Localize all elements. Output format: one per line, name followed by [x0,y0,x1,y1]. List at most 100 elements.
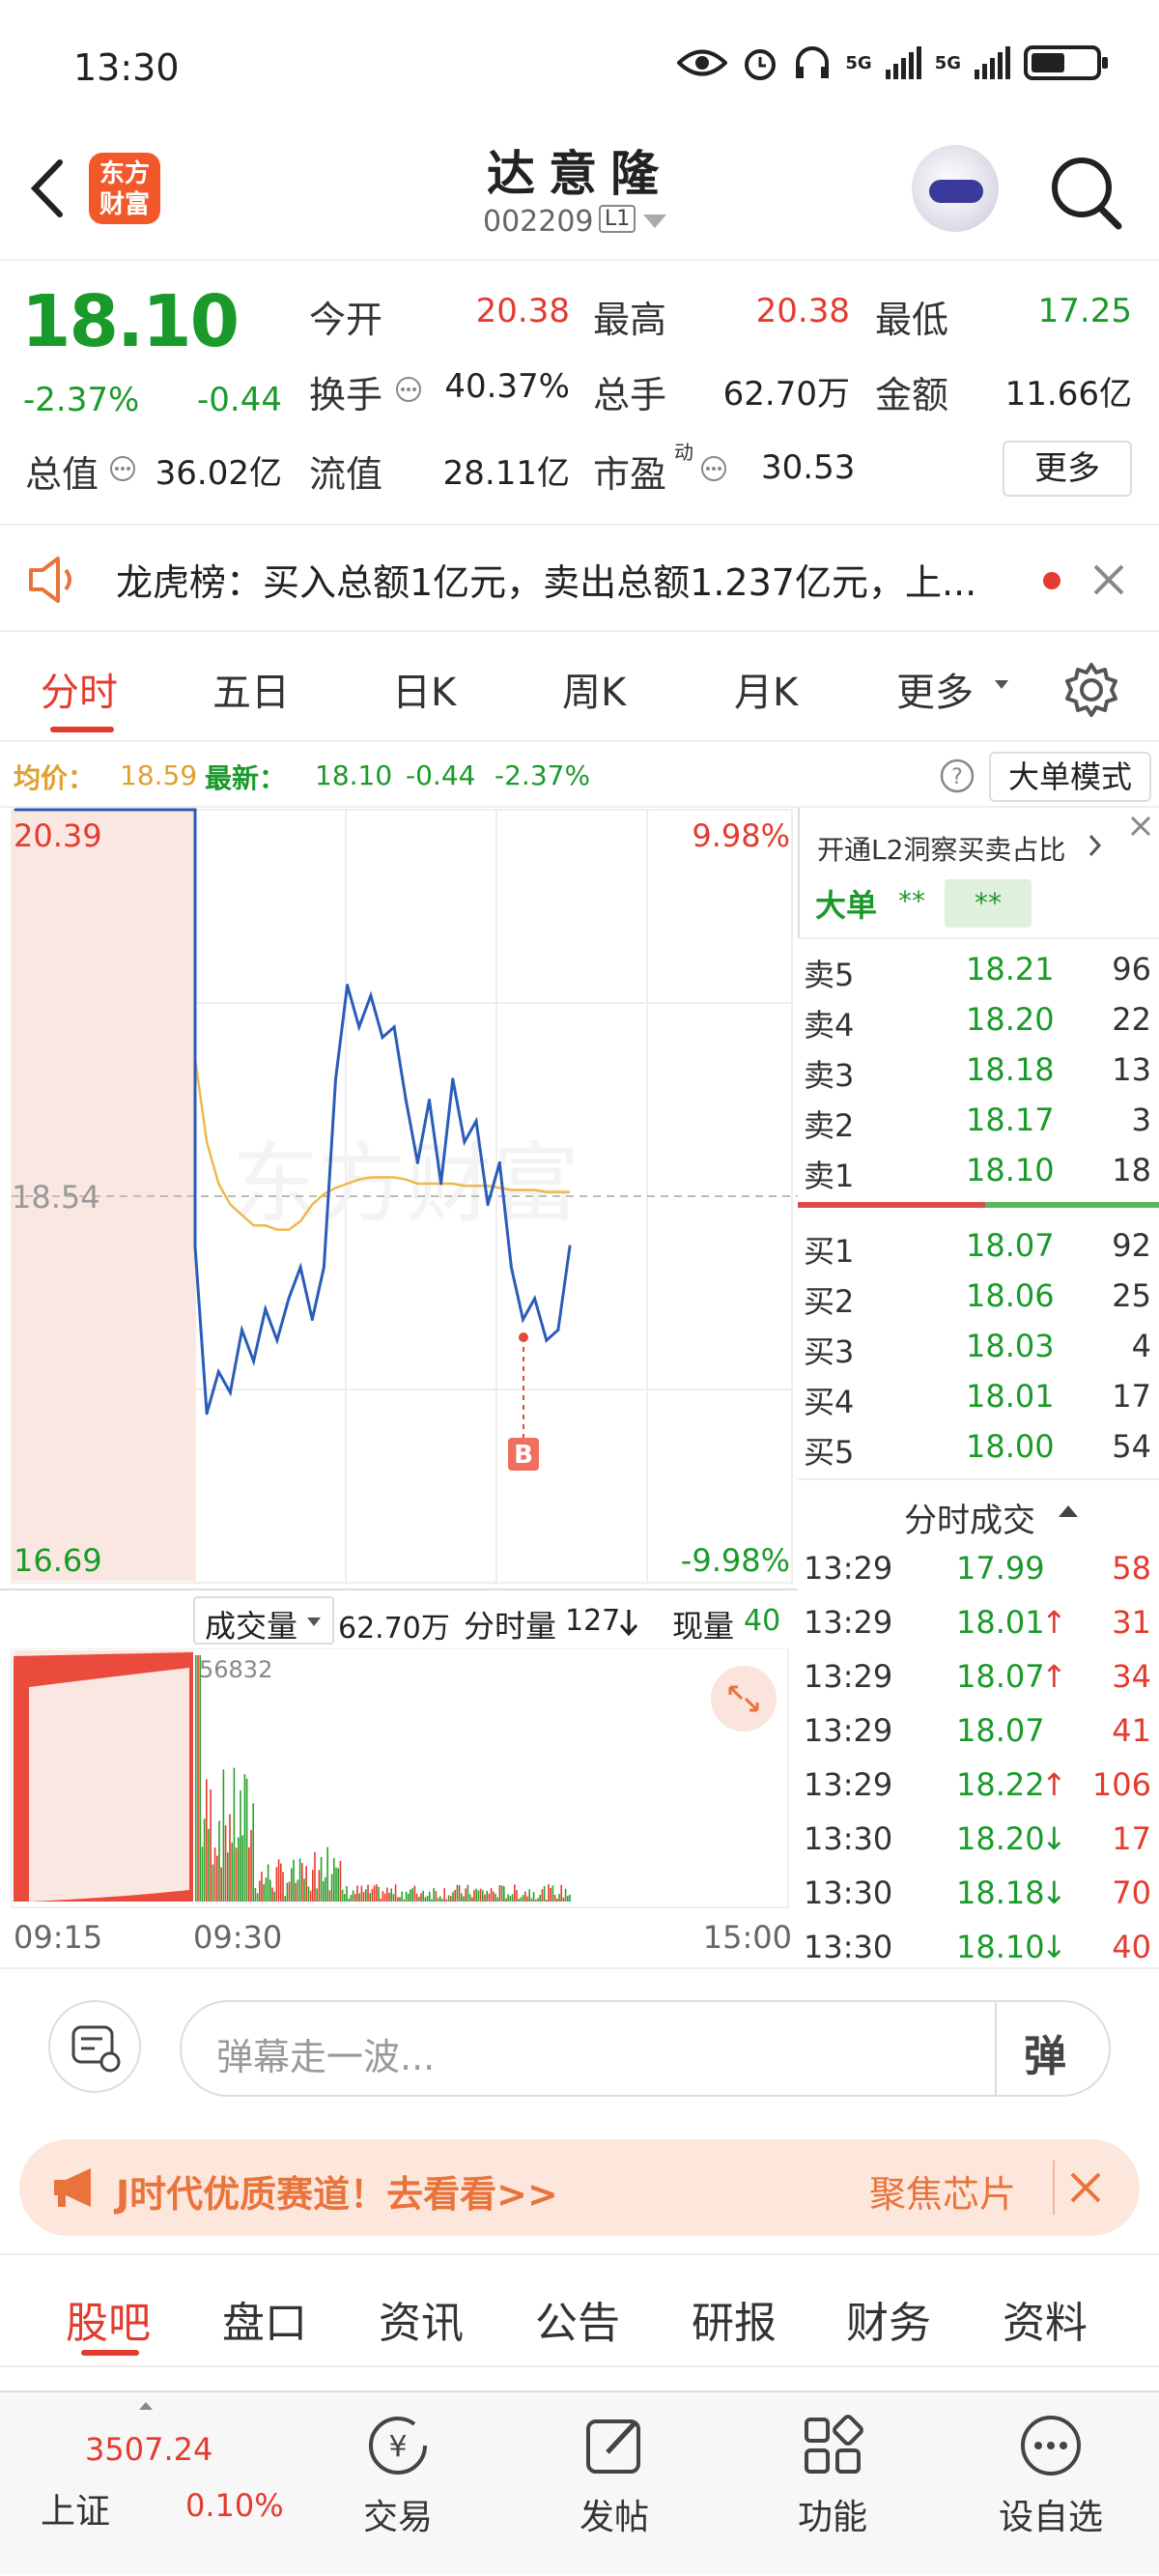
ticks-header[interactable]: 分时成交 [798,1478,1159,1540]
volume-bar [350,1895,353,1902]
volume-bar [259,1880,261,1902]
ask-row[interactable]: 卖5 18.21 96 [798,943,1159,993]
tab-research[interactable]: 研报 [692,2288,777,2350]
close-icon[interactable] [1091,562,1126,597]
volume-bar [380,1898,382,1902]
danmu-settings-icon [71,2025,121,2073]
ask-volume: 96 [1112,951,1151,987]
volume-bar [443,1888,445,1902]
ask-row[interactable]: 卖4 18.20 22 [798,993,1159,1044]
tab-financials[interactable]: 财务 [846,2288,931,2350]
gear-icon[interactable] [1062,661,1120,719]
chevron-right-icon [1088,834,1102,857]
bid-row[interactable]: 买4 18.01 17 [798,1370,1159,1420]
price-point [415,1160,419,1164]
banner-text[interactable]: J时代优质赛道！去看看>> [116,2164,558,2218]
tick-price: 18.18 [956,1875,1045,1911]
tab-orderbook[interactable]: 盘口 [222,2288,307,2350]
price-point [346,984,350,987]
l2-promo[interactable]: 开通L2洞察买卖占比 大单 ** ** [798,808,1159,939]
volume-bar [435,1891,438,1902]
volume-bar [454,1890,456,1902]
tab-intraday[interactable]: 分时 [41,661,118,717]
ask-row[interactable]: 卖2 18.17 3 [798,1094,1159,1144]
promo-banner[interactable]: J时代优质赛道！去看看>> 聚焦芯片 [19,2139,1140,2236]
danmu-input[interactable]: 弹幕走一波... [180,2000,1111,2097]
volume-header: 成交量 62.70万 分时量 127 现量 40 [0,1589,798,1648]
latest-value: 18.10 [315,759,393,791]
tab-daily-k[interactable]: 日K [392,661,456,717]
add-watchlist-button[interactable]: 设自选 [974,2412,1128,2539]
post-button[interactable]: 发帖 [537,2412,692,2539]
caret-up-icon [1059,1505,1078,1517]
close-icon[interactable] [1126,812,1155,841]
volume-bar [284,1896,286,1902]
volume-bar [197,1655,199,1902]
volume-bar [267,1864,269,1902]
ask-volume: 22 [1112,1001,1151,1038]
big-order-mode-button[interactable]: 大单模式 [989,752,1151,802]
ask-row[interactable]: 卖3 18.18 13 [798,1044,1159,1094]
chevron-down-icon[interactable] [643,215,666,228]
ask-levels: 卖5 18.21 96 卖4 18.20 22 卖3 18.18 13 卖2 18.17 3 卖1 18.… [798,943,1159,1194]
price-point [310,1318,314,1322]
info-icon[interactable] [108,454,137,483]
tick-price: 17.99 [956,1550,1045,1587]
intraday-chart[interactable]: 东方财富 B 20.39 18.54 16.69 9.98% -9.98% [0,808,798,1590]
tick-row: 13:29 17.99 58 [798,1540,1159,1594]
tab-profile[interactable]: 资料 [1003,2288,1088,2350]
open-value: 20.38 [475,292,570,330]
info-icon[interactable] [699,454,728,483]
search-icon[interactable] [1047,149,1124,236]
battery-icon [1024,45,1108,80]
notice-text[interactable]: 龙虎榜：买入总额1亿元，卖出总额1.237亿元，上... [116,553,1024,606]
volume-bar [386,1887,388,1902]
status-icons: 5G 5G [677,39,1108,87]
l2-promo-text[interactable]: 开通L2洞察买卖占比 [817,829,1065,868]
level-badge[interactable]: L1 [599,205,636,233]
bid-row[interactable]: 买5 18.00 54 [798,1420,1159,1471]
notice-bar[interactable]: 龙虎榜：买入总额1亿元，卖出总额1.237亿元，上... [0,524,1159,632]
tab-weekly-k[interactable]: 周K [562,661,626,717]
index-ticker[interactable]: 3507.24 上证 0.10% [0,2392,290,2576]
volume-bar [562,1897,565,1902]
danmu-settings-button[interactable] [48,2000,141,2093]
price-point [522,1318,524,1322]
volume-bar [429,1891,431,1902]
volume-bar [475,1888,477,1902]
trade-icon: ¥ [369,2417,427,2475]
banner-right-text[interactable]: 聚焦芯片 [869,2164,1016,2218]
volume-label: 成交量 [205,1608,298,1645]
bid-row[interactable]: 买2 18.06 25 [798,1270,1159,1320]
add-watchlist-label: 设自选 [998,2498,1103,2537]
volume-bar [309,1890,312,1902]
function-button[interactable]: 功能 [755,2412,910,2539]
trade-button[interactable]: ¥ 交易 [321,2412,475,2539]
volume-bar [505,1898,507,1902]
close-icon[interactable] [1066,2168,1105,2207]
volume-bar [203,1818,206,1902]
ask-price: 18.21 [966,951,1055,987]
price-point [357,1025,361,1029]
volume-bar [509,1896,512,1902]
volume-bar [333,1858,335,1902]
bid-row[interactable]: 买3 18.03 4 [798,1320,1159,1370]
tab-5day[interactable]: 五日 [212,661,290,717]
price-point [322,1266,325,1270]
danmu-send-button[interactable]: 弹 [1024,2021,1066,2083]
help-icon[interactable]: ? [939,758,975,794]
tab-news[interactable]: 资讯 [379,2288,464,2350]
volume-bar [539,1895,541,1902]
tab-announcements[interactable]: 公告 [535,2288,620,2350]
more-button[interactable]: 更多 [1003,441,1132,497]
volume-bar [399,1897,401,1902]
ask-row[interactable]: 卖1 18.10 18 [798,1144,1159,1194]
status-bar: 13:30 5G 5G [0,0,1159,135]
tab-forum[interactable]: 股吧 [66,2288,151,2350]
robot-assistant-icon[interactable] [912,145,999,232]
expand-button[interactable] [711,1666,777,1732]
tab-monthly-k[interactable]: 月K [734,661,798,717]
tick-volume: 34 [1112,1658,1151,1695]
bid-row[interactable]: 买1 18.07 92 [798,1219,1159,1270]
tab-more[interactable]: 更多 [896,661,974,717]
